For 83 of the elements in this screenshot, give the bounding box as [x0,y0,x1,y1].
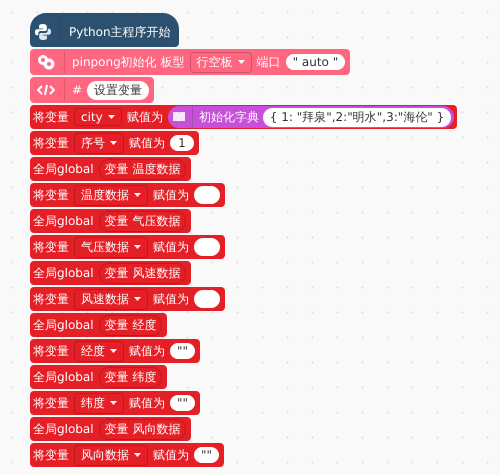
block-label: 将变量 [33,134,69,152]
block-label: 初始化字典 [198,108,259,126]
global-variable-block[interactable]: 全局global 变量 风速数据 [30,261,192,285]
set-variable-block[interactable]: 将变量 city 赋值为 初始化字典 { 1: "拜泉",2:"明水",3:"海伦" } [30,105,458,129]
block-label: 全局global [33,420,94,438]
book-icon [172,111,186,123]
value-input[interactable]: "" [170,395,196,411]
set-variable-block[interactable]: 将变量 风速数据 赋值为 [30,287,225,311]
block-label: 赋值为 [153,186,189,204]
value-input[interactable]: " auto " [286,54,346,70]
python-icon [34,23,52,41]
block-label: 全局global [33,368,94,386]
block-label: 赋值为 [129,342,165,360]
block-label: # [72,83,82,97]
block-label: 将变量 [33,238,69,256]
block-label: 赋值为 [126,108,163,126]
block-label: 赋值为 [153,290,189,308]
caret-icon [110,401,117,405]
variable-field[interactable]: 变量 风速数据 [98,262,186,284]
set-variable-block[interactable]: 将变量 气压数据 赋值为 [30,235,225,259]
variable-dropdown[interactable]: 纬度 [74,392,124,414]
code-icon [37,84,55,96]
global-variable-block[interactable]: 全局global 变量 经度 [30,313,168,337]
block-label: 全局global [33,264,94,282]
main-start-block[interactable]: Python主程序开始 [30,13,179,47]
variable-dropdown[interactable]: 气压数据 [74,236,148,258]
block-label: 将变量 [33,186,69,204]
global-variable-block[interactable]: 全局global 变量 温度数据 [30,157,192,181]
balls-icon [37,54,55,70]
block-label: pinpong初始化 板型 [72,54,185,70]
dictionary-block[interactable]: 初始化字典 { 1: "拜泉",2:"明水",3:"海伦" } [168,106,454,128]
block-label: 赋值为 [129,394,165,412]
value-input[interactable] [194,290,220,308]
block-label: 赋值为 [129,134,165,152]
value-input[interactable]: 1 [170,135,194,151]
variable-dropdown[interactable]: city [74,108,122,126]
value-input[interactable]: { 1: "拜泉",2:"明水",3:"海伦" } [262,108,452,126]
value-input[interactable] [194,186,220,204]
variable-field[interactable]: 变量 风向数据 [98,418,186,440]
block-label: 赋值为 [153,238,189,256]
block-label: 将变量 [33,108,69,126]
global-variable-block[interactable]: 全局global 变量 风向数据 [30,417,192,441]
variable-dropdown[interactable]: 行空板 [190,52,252,72]
caret-icon [134,245,141,249]
value-input[interactable] [194,238,220,256]
variable-dropdown[interactable]: 风向数据 [74,444,148,466]
caret-icon [108,115,115,119]
set-variable-block[interactable]: 将变量 纬度 赋值为 "" [30,391,200,415]
set-variable-block[interactable]: 将变量 序号 赋值为 1 [30,131,199,155]
variable-field[interactable]: 变量 温度数据 [98,158,186,180]
value-input[interactable]: "" [194,447,220,463]
global-variable-block[interactable]: 全局global 变量 气压数据 [30,209,192,233]
block-label: 将变量 [33,342,69,360]
block-label: 端口 [256,54,281,70]
variable-dropdown[interactable]: 经度 [74,340,124,362]
set-variable-block[interactable]: 将变量 经度 赋值为 "" [30,339,200,363]
caret-icon [238,60,245,64]
pinpong-init-block[interactable]: pinpong初始化 板型 行空板 端口 " auto " [30,49,350,75]
caret-icon [134,193,141,197]
set-variable-block[interactable]: 将变量 风向数据 赋值为 "" [30,443,224,467]
value-input[interactable]: "" [170,343,196,359]
block-label: 将变量 [33,290,69,308]
block-label: 赋值为 [153,446,189,464]
global-variable-block[interactable]: 全局global 变量 纬度 [30,365,168,389]
caret-icon [134,453,141,457]
variable-dropdown[interactable]: 温度数据 [74,184,148,206]
variable-field[interactable]: 变量 纬度 [98,366,162,388]
variable-dropdown[interactable]: 风速数据 [74,288,148,310]
block-label: 将变量 [33,394,69,412]
variable-field[interactable]: 变量 气压数据 [98,210,186,232]
set-variable-block[interactable]: 将变量 温度数据 赋值为 [30,183,225,207]
block-label: 全局global [33,160,94,178]
caret-icon [134,297,141,301]
block-label: 将变量 [33,446,69,464]
block-label: Python主程序开始 [69,24,171,41]
variable-field[interactable]: 变量 经度 [98,314,162,336]
value-input[interactable]: 设置变量 [87,80,150,100]
caret-icon [110,141,117,145]
block-label: 全局global [33,316,94,334]
variable-dropdown[interactable]: 序号 [74,132,124,154]
comment-block[interactable]: # 设置变量 [30,77,154,103]
block-label: 全局global [33,212,94,230]
caret-icon [110,349,117,353]
